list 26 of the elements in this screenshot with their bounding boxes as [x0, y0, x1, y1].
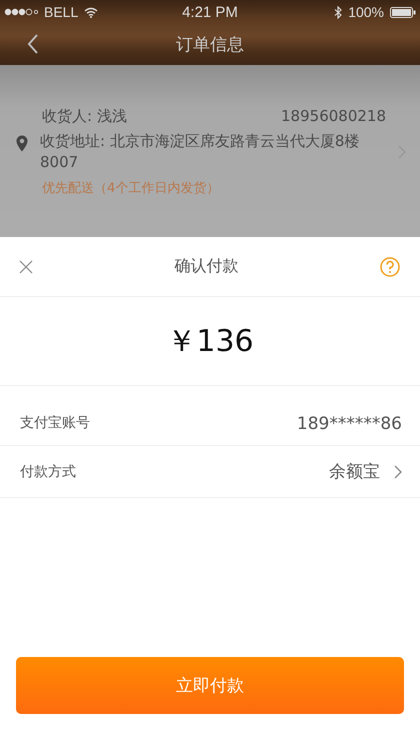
row-value: 189******86	[296, 414, 402, 434]
row-label: 支付宝账号	[20, 414, 90, 432]
close-icon[interactable]	[19, 260, 33, 274]
back-icon[interactable]	[27, 34, 39, 54]
page-title: 订单信息	[176, 34, 244, 56]
battery-percent: 100%	[348, 4, 384, 20]
receiver-name: 收货人: 浅浅	[42, 107, 127, 126]
wifi-icon	[84, 6, 98, 18]
address-card[interactable]: 收货人: 浅浅 18956080218 收货地址: 北京市海淀区席友路青云当代大厦8楼8007 优先配送（4个工作日内发货）	[0, 65, 420, 237]
location-pin-icon	[16, 135, 28, 152]
pay-now-button[interactable]: 立即付款	[16, 657, 404, 714]
battery-icon	[390, 6, 416, 18]
sheet-title: 确认付款	[174, 256, 238, 277]
carrier-name: BELL	[44, 4, 78, 20]
payment-amount: ￥136	[166, 322, 254, 360]
row-value: 余额宝	[329, 461, 380, 483]
row-label: 付款方式	[20, 462, 76, 480]
payment-method-row[interactable]: 付款方式 余额宝	[0, 446, 420, 498]
phone-number: 18956080218	[281, 107, 386, 126]
help-icon[interactable]	[380, 256, 400, 276]
clock-time: 4:21 PM	[182, 4, 238, 20]
delivery-address: 收货地址: 北京市海淀区席友路青云当代大厦8楼8007	[40, 131, 360, 173]
bluetooth-icon	[334, 6, 342, 18]
delivery-note: 优先配送（4个工作日内发货）	[41, 180, 220, 197]
chevron-right-icon	[394, 464, 402, 478]
signal-icon	[4, 8, 38, 16]
